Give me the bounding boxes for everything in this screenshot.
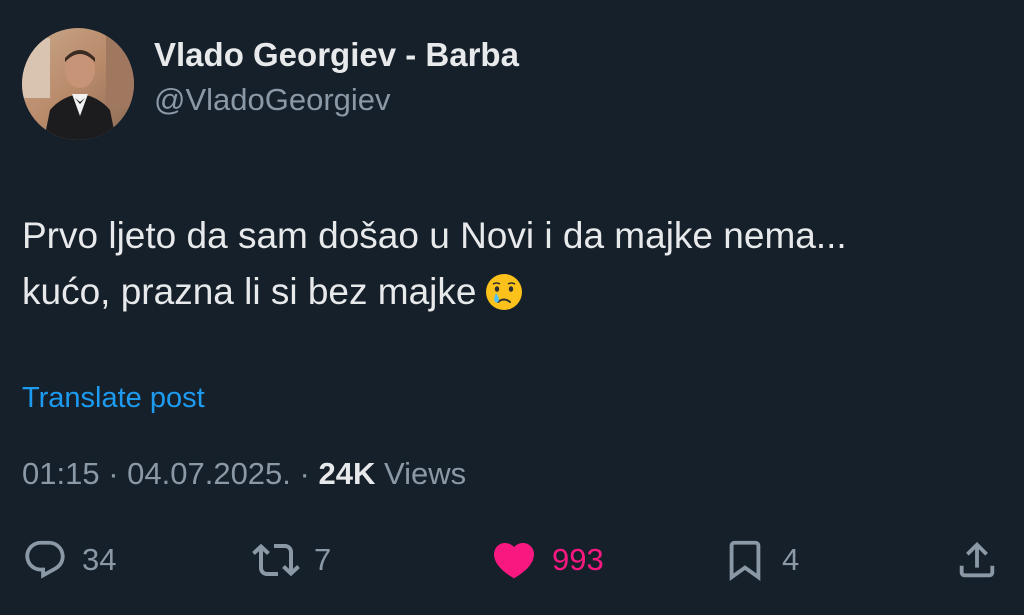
views-count[interactable]: 24K xyxy=(318,456,375,491)
author-names: Vlado Georgiev - Barba @VladoGeorgiev xyxy=(154,35,519,119)
bookmark-button[interactable]: 4 xyxy=(722,530,799,590)
reply-button[interactable]: 34 xyxy=(22,530,116,590)
heart-icon xyxy=(490,536,538,584)
repost-button[interactable]: 7 xyxy=(252,530,331,590)
bookmark-count: 4 xyxy=(782,542,800,577)
tweet-header: Vlado Georgiev - Barba @VladoGeorgiev xyxy=(22,28,519,140)
repost-count: 7 xyxy=(314,542,332,577)
repost-icon xyxy=(252,536,300,584)
bookmark-icon xyxy=(722,537,768,583)
display-name[interactable]: Vlado Georgiev - Barba xyxy=(154,35,519,75)
translate-post-link[interactable]: Translate post xyxy=(22,382,205,415)
post-time[interactable]: 01:15 xyxy=(22,456,100,491)
like-count: 993 xyxy=(552,542,604,577)
post-meta: 01:15 · 04.07.2025. · 24K Views xyxy=(22,456,466,492)
meta-separator: · xyxy=(290,456,319,491)
share-icon xyxy=(954,537,1000,583)
post-text-line-2: kućo, prazna li si bez majke xyxy=(22,264,1002,328)
tweet-card: Vlado Georgiev - Barba @VladoGeorgiev Pr… xyxy=(0,0,1024,615)
user-handle[interactable]: @VladoGeorgiev xyxy=(154,81,519,119)
avatar[interactable] xyxy=(22,28,134,140)
reply-icon xyxy=(22,537,68,583)
action-bar: 34 7 993 4 xyxy=(0,530,1024,590)
avatar-photo xyxy=(22,28,134,140)
post-text-line-2-content: kućo, prazna li si bez majke xyxy=(22,271,477,312)
like-button[interactable]: 993 xyxy=(490,530,604,590)
crying-face-emoji-icon xyxy=(484,272,524,328)
views-label: Views xyxy=(375,456,467,491)
share-button[interactable] xyxy=(954,530,1000,590)
meta-separator: · xyxy=(99,456,128,491)
post-date[interactable]: 04.07.2025. xyxy=(127,456,291,491)
post-text: Prvo ljeto da sam došao u Novi i da majk… xyxy=(22,208,1002,328)
reply-count: 34 xyxy=(82,542,117,577)
post-text-line-1: Prvo ljeto da sam došao u Novi i da majk… xyxy=(22,215,847,256)
